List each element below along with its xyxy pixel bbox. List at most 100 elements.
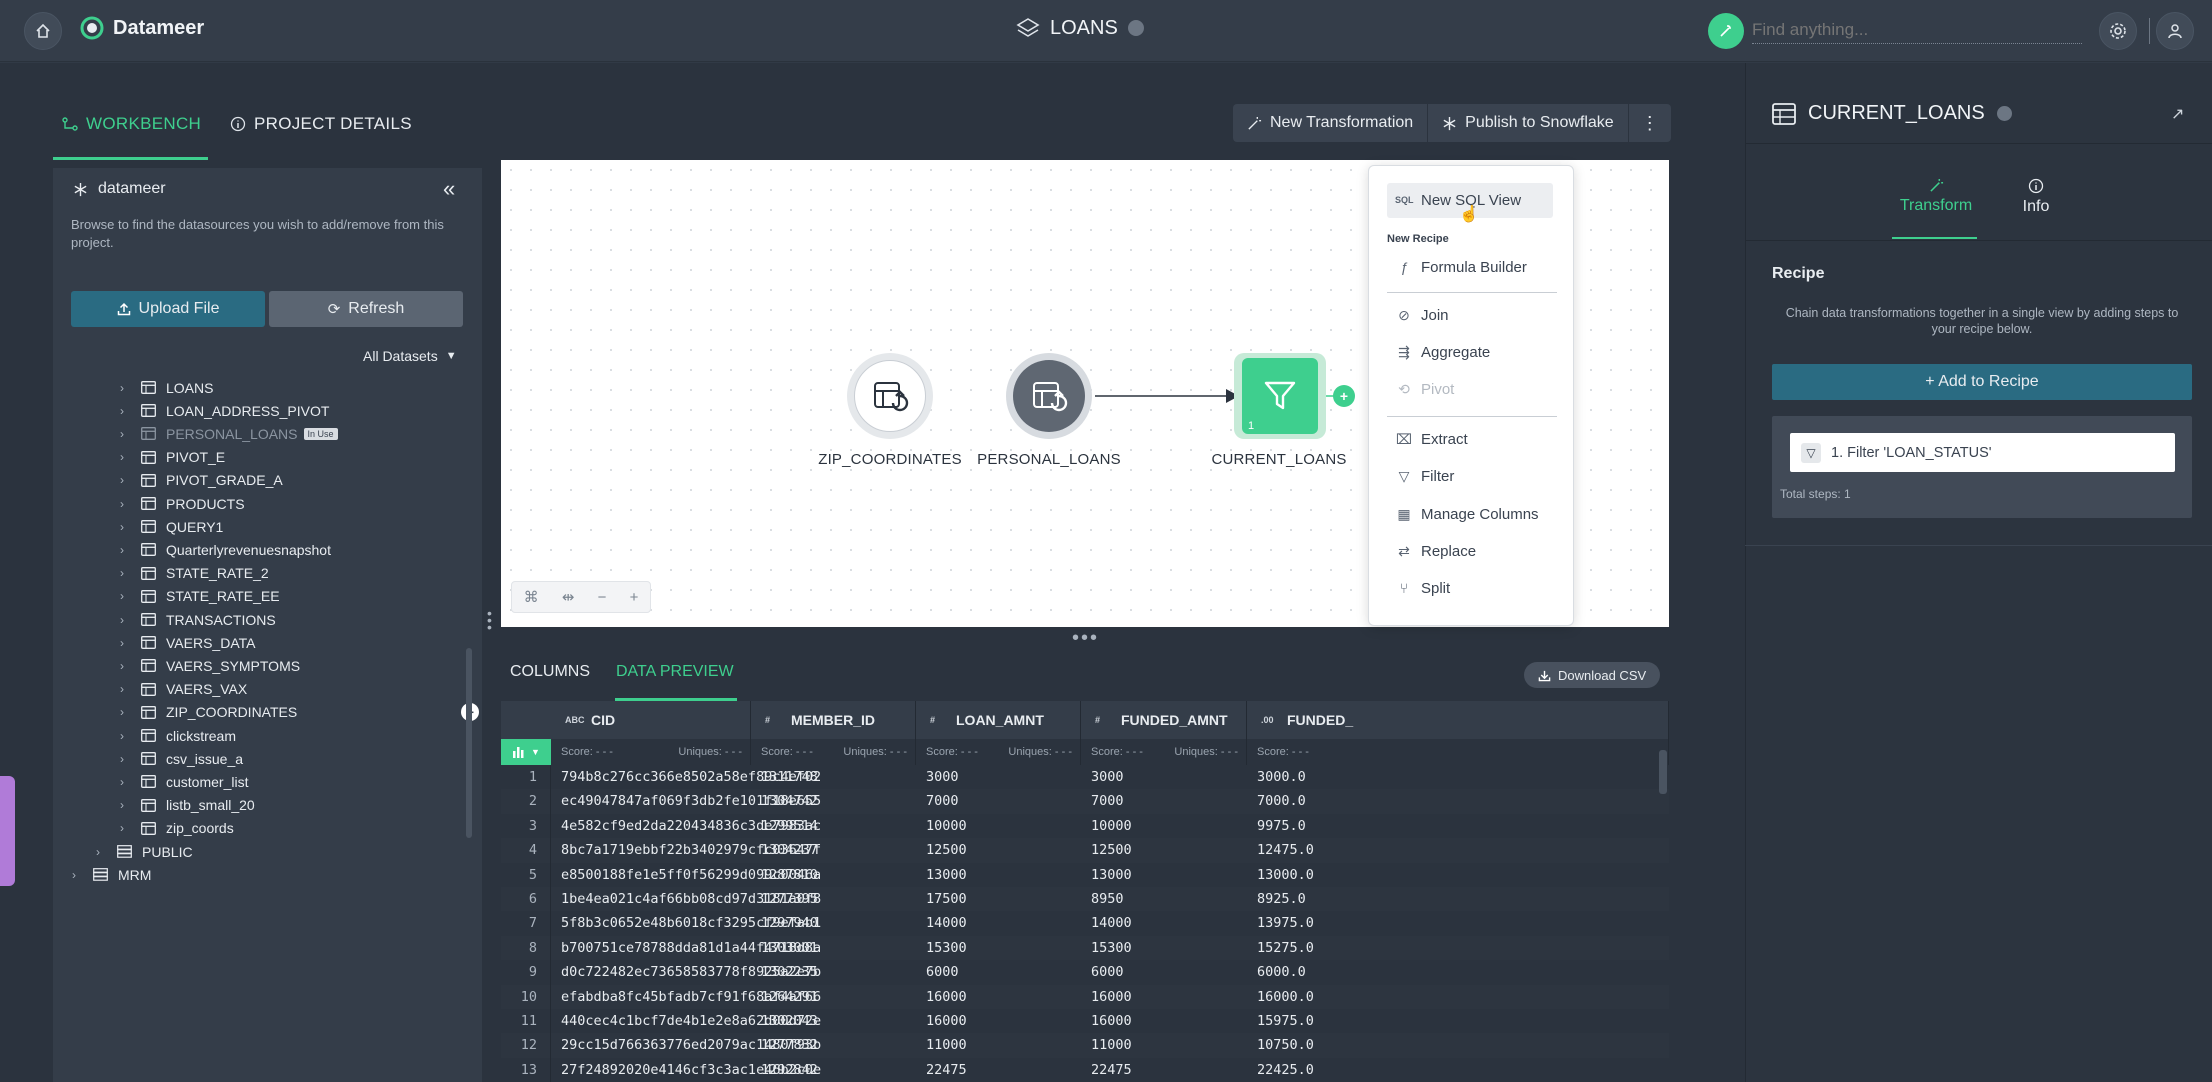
- zoom-out-icon[interactable]: −: [598, 589, 607, 606]
- table-row[interactable]: 1 794b8c276cc366e8502a58ef89c4ef02 1311748…: [501, 765, 1669, 790]
- column-header[interactable]: # LOAN_AMNT: [916, 701, 1081, 739]
- add-step-connector[interactable]: +: [1333, 385, 1355, 407]
- chevron-right-icon[interactable]: ›: [115, 798, 129, 812]
- chevron-right-icon[interactable]: ›: [115, 589, 129, 603]
- chevron-right-icon[interactable]: ›: [91, 845, 105, 859]
- fit-view-icon[interactable]: ⇹: [562, 588, 575, 606]
- settings-button[interactable]: [2099, 12, 2137, 50]
- tab-columns[interactable]: COLUMNS: [510, 663, 590, 681]
- layout-icon[interactable]: ⌘: [524, 588, 539, 606]
- app-logo[interactable]: Datameer: [80, 16, 204, 40]
- column-stats-toggle[interactable]: ▼: [501, 739, 551, 765]
- menu-item-formula-builder[interactable]: ƒ Formula Builder: [1395, 252, 1527, 282]
- chevron-right-icon[interactable]: ›: [115, 427, 129, 441]
- menu-item-extract[interactable]: ⌧ Extract: [1395, 424, 1468, 454]
- menu-item-manage-columns[interactable]: ▦ Manage Columns: [1395, 499, 1538, 529]
- node-current-loans-label: CURRENT_LOANS: [1211, 451, 1347, 468]
- chevron-right-icon[interactable]: ›: [115, 775, 129, 789]
- tab-transform[interactable]: Transform: [1896, 178, 1976, 215]
- chevron-right-icon[interactable]: ›: [115, 752, 129, 766]
- tab-info[interactable]: Info: [2006, 178, 2066, 216]
- menu-item-filter[interactable]: ▽ Filter: [1395, 461, 1455, 491]
- menu-item-aggregate[interactable]: ⇶ Aggregate: [1395, 337, 1490, 367]
- chevron-right-icon[interactable]: ›: [115, 450, 129, 464]
- table-row[interactable]: 8 b700751ce78788dda81d1a44f4718d8a 1303001…: [501, 935, 1669, 961]
- chevron-right-icon[interactable]: ›: [115, 821, 129, 835]
- table-row[interactable]: 6 1be4ea021c4af66bb08cd97d3181a0f8 1277395…: [501, 887, 1669, 912]
- right-tabs-divider: [1745, 240, 2212, 241]
- user-menu-button[interactable]: [2156, 12, 2194, 50]
- row-number: 8: [528, 939, 537, 956]
- menu-item-pivot[interactable]: ⟲ Pivot: [1395, 374, 1454, 404]
- recipe-step-label: 1. Filter 'LOAN_STATUS': [1831, 444, 1992, 461]
- table-cell: 1297940: [761, 915, 818, 932]
- table-cell: 16000: [1091, 988, 1132, 1005]
- menu-item-join[interactable]: ⊘ Join: [1395, 300, 1448, 330]
- column-header[interactable]: # MEMBER_ID: [751, 701, 916, 739]
- menu-item-split[interactable]: ⑂ Split: [1395, 573, 1450, 603]
- menu-item-replace[interactable]: ⇄ Replace: [1395, 536, 1476, 566]
- tab-data-preview[interactable]: DATA PREVIEW: [616, 663, 734, 681]
- column-header[interactable]: .00 FUNDED_: [1247, 701, 1669, 739]
- dataset-label: ZIP_COORDINATES: [166, 704, 298, 721]
- chevron-right-icon[interactable]: ›: [115, 682, 129, 696]
- node-current-loans[interactable]: 1: [1234, 353, 1326, 439]
- tab-workbench[interactable]: WORKBENCH: [62, 114, 201, 134]
- chevron-right-icon[interactable]: ›: [115, 705, 129, 719]
- schema-item[interactable]: › MRM: [67, 858, 487, 891]
- chevron-right-icon[interactable]: ›: [115, 636, 129, 650]
- edit-title-icon[interactable]: [1127, 20, 1144, 36]
- column-header[interactable]: ABC CID: [551, 701, 751, 739]
- grid-scrollbar[interactable]: [1659, 750, 1667, 794]
- sidebar-resize-handle[interactable]: • • •: [487, 606, 492, 634]
- table-row[interactable]: 3 4e582cf9ed2da220434836c3de7983ac 1299514…: [501, 813, 1669, 839]
- download-csv-button[interactable]: Download CSV: [1524, 662, 1661, 688]
- table-row[interactable]: 2 ec49047847af069f3db2fe101f18e655 1304742…: [501, 789, 1669, 814]
- chevron-right-icon[interactable]: ›: [115, 613, 129, 627]
- more-options-button[interactable]: ⋮: [1628, 104, 1671, 142]
- panel-resize-handle[interactable]: •••: [1072, 627, 1099, 650]
- sidebar-scrollbar[interactable]: [466, 648, 472, 838]
- table-cell: 1302235: [761, 964, 818, 981]
- chevron-right-icon[interactable]: ›: [115, 404, 129, 418]
- chevron-right-icon[interactable]: ›: [67, 868, 81, 882]
- column-header[interactable]: # FUNDED_AMNT: [1081, 701, 1247, 739]
- table-row[interactable]: 10 efabdba8fc45bfadb7cf91f68af4af66 126429…: [501, 984, 1669, 1010]
- grid-header-row: ABC CID # MEMBER_ID # LOAN_AMNT # FUNDED_AMNT .0…: [501, 701, 1669, 739]
- tab-project-details[interactable]: PROJECT DETAILS: [230, 114, 412, 134]
- table-row[interactable]: 12 29cc15d766363776ed2079ac1480f93b 127783…: [501, 1033, 1669, 1058]
- table-cell: 6000: [926, 964, 959, 981]
- publish-snowflake-button[interactable]: Publish to Snowflake: [1428, 104, 1629, 142]
- chevron-right-icon[interactable]: ›: [115, 497, 129, 511]
- table-row[interactable]: 13 27f24892020e4146cf3c3ac1e46b2c0e 129284…: [501, 1057, 1669, 1082]
- table-cell: 13000: [1091, 866, 1132, 883]
- home-button[interactable]: [24, 12, 62, 50]
- node-zip-coordinates[interactable]: [847, 353, 933, 439]
- table-row[interactable]: 7 5f8b3c0652e48b6018cf3295cf9efab1 1297940…: [501, 911, 1669, 936]
- table-row[interactable]: 4 8bc7a1719ebbf22b3402979cfc03647f 1304237…: [501, 838, 1669, 863]
- chevron-right-icon[interactable]: ›: [115, 381, 129, 395]
- add-to-recipe-button[interactable]: + Add to Recipe: [1772, 364, 2192, 400]
- recipe-step-item[interactable]: ▽ 1. Filter 'LOAN_STATUS': [1790, 433, 2175, 472]
- global-search-input[interactable]: [1752, 16, 2082, 44]
- table-row[interactable]: 5 e8500188fe1e5ff0f56299d099c0046a 1287810…: [501, 862, 1669, 888]
- node-personal-loans[interactable]: [1006, 353, 1092, 439]
- table-cell: 11000: [926, 1037, 967, 1054]
- feedback-tab[interactable]: [0, 776, 15, 886]
- zoom-in-icon[interactable]: +: [630, 589, 639, 606]
- ai-search-button[interactable]: [1708, 13, 1744, 49]
- table-row[interactable]: 9 d0c722482ec73658583778f8925a2e7b 1302235…: [501, 960, 1669, 985]
- info-icon: [2028, 178, 2044, 194]
- table-cell: 13000.0: [1257, 866, 1314, 883]
- table-cell: 10750.0: [1257, 1037, 1314, 1054]
- chevron-right-icon[interactable]: ›: [115, 473, 129, 487]
- edit-dataset-icon[interactable]: [1996, 106, 2012, 121]
- chevron-right-icon[interactable]: ›: [115, 520, 129, 534]
- new-transformation-button[interactable]: New Transformation: [1233, 104, 1429, 142]
- chevron-right-icon[interactable]: ›: [115, 659, 129, 673]
- table-row[interactable]: 11 440cec4c1bcf7de4b1e2e8a62d00d72e 130204…: [501, 1009, 1669, 1034]
- chevron-right-icon[interactable]: ›: [115, 543, 129, 557]
- open-external-icon[interactable]: ↗: [2171, 104, 2184, 124]
- chevron-right-icon[interactable]: ›: [115, 729, 129, 743]
- chevron-right-icon[interactable]: ›: [115, 566, 129, 580]
